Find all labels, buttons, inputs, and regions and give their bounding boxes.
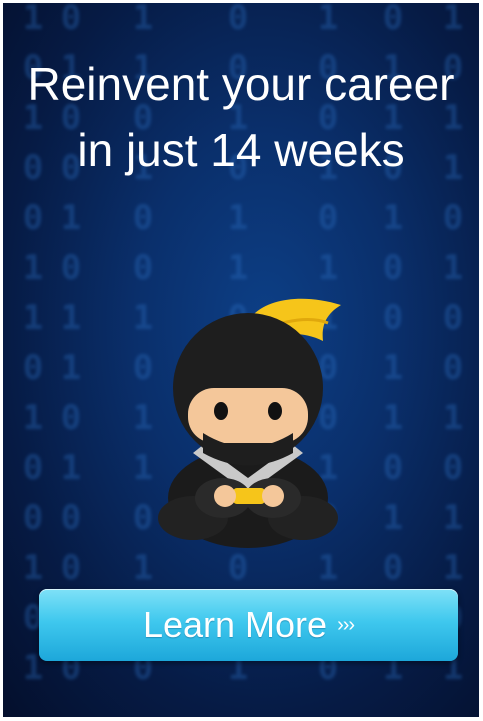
ninja-mascot-icon: [158, 298, 341, 548]
learn-more-button[interactable]: Learn More ›››: [39, 589, 458, 661]
headline: Reinvent your career in just 14 weeks: [27, 58, 455, 176]
triple-chevron-right-icon: ›››: [337, 613, 355, 636]
ad-banner[interactable]: 10100110100101 01001011010010 1101001011…: [3, 3, 479, 717]
learn-more-label: Learn More: [142, 604, 328, 645]
